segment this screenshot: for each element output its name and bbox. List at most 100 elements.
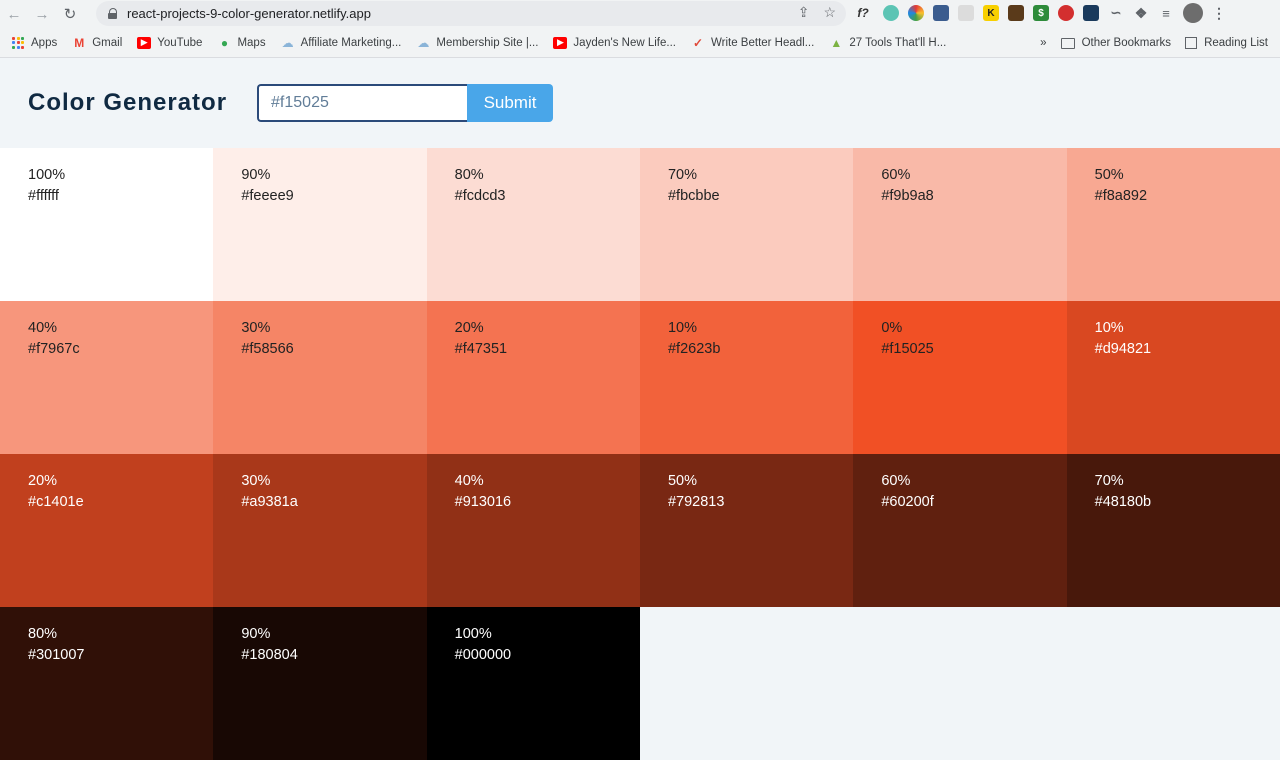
- swatch-percent: 0%: [881, 320, 903, 336]
- tools-icon: ▲: [830, 35, 843, 50]
- more-bookmarks-button[interactable]: »: [1040, 37, 1046, 49]
- extension-square-icon[interactable]: [1008, 5, 1024, 21]
- swatch-percent: 90%: [241, 167, 271, 183]
- color-swatch[interactable]: 40% #f7967c: [0, 301, 214, 454]
- extension-color-wheel-icon[interactable]: [908, 5, 924, 21]
- extension-react-icon[interactable]: [1083, 5, 1099, 21]
- other-bookmarks[interactable]: Other Bookmarks: [1060, 37, 1171, 49]
- maps-icon: ●: [220, 35, 229, 50]
- address-bar[interactable]: react-projects-9-color-generator.netlify…: [96, 1, 846, 26]
- browser-menu-icon[interactable]: ⋮: [1212, 5, 1226, 22]
- bookmark-affiliate-marketing[interactable]: ☁ Affiliate Marketing...: [281, 35, 402, 50]
- color-swatch[interactable]: 60% #f9b9a8: [853, 148, 1067, 301]
- color-swatch[interactable]: 80% #301007: [0, 607, 214, 760]
- url-text[interactable]: react-projects-9-color-generator.netlify…: [127, 6, 371, 21]
- youtube-icon: ▶: [553, 36, 568, 49]
- color-form: Submit: [257, 84, 554, 122]
- color-swatch[interactable]: 90% #180804: [213, 607, 427, 760]
- color-swatch[interactable]: 80% #fcdcd3: [426, 148, 640, 301]
- bookmark-maps[interactable]: ● Maps: [217, 35, 266, 50]
- color-swatch[interactable]: 70% #fbcbbe: [639, 148, 854, 301]
- color-swatch[interactable]: 20% #f47351: [426, 301, 640, 454]
- swatch-percent: 20%: [28, 473, 58, 489]
- extension-circle-icon[interactable]: [1058, 5, 1074, 21]
- swatch-percent: 40%: [28, 320, 58, 336]
- reading-list-icon: [1185, 37, 1198, 49]
- swatch-hex: #f8a892: [1094, 188, 1148, 204]
- swatch-hex: #301007: [28, 647, 85, 663]
- color-swatch[interactable]: 70% #48180b: [1066, 454, 1280, 607]
- swatch-hex: #f9b9a8: [881, 188, 934, 204]
- color-swatch[interactable]: 20% #c1401e: [0, 454, 214, 607]
- bookmark-gmail[interactable]: M Gmail: [72, 36, 122, 50]
- reading-list[interactable]: Reading List: [1185, 37, 1268, 49]
- swatch-percent: 40%: [454, 473, 484, 489]
- swatch-percent: 80%: [28, 626, 58, 642]
- swatch-hex: #d94821: [1094, 341, 1152, 357]
- swatch-hex: #000000: [454, 647, 512, 663]
- swatch-hex: #913016: [454, 494, 512, 510]
- bookmark-jaydens-new-life[interactable]: ▶ Jayden's New Life...: [553, 36, 676, 49]
- arrow-left-icon[interactable]: ←: [0, 0, 28, 28]
- swatch-percent: 10%: [1094, 320, 1124, 336]
- submit-button[interactable]: Submit: [467, 84, 554, 122]
- extensions-bar: f? K $ ∽ ❖ ≡ ⋮: [852, 3, 1226, 23]
- color-swatch[interactable]: 0% #f15025: [853, 301, 1067, 454]
- extension-dollar-icon[interactable]: $: [1033, 5, 1049, 21]
- extensions-puzzle-icon[interactable]: ❖: [1133, 5, 1149, 21]
- extension-k-icon[interactable]: K: [983, 5, 999, 21]
- swatch-hex: #f58566: [241, 341, 294, 357]
- extension-gear-icon[interactable]: [883, 5, 899, 21]
- color-swatch[interactable]: 10% #f2623b: [639, 301, 854, 454]
- color-swatch[interactable]: 60% #60200f: [853, 454, 1067, 607]
- share-icon[interactable]: ⇪: [798, 4, 810, 21]
- color-swatch[interactable]: 30% #f58566: [213, 301, 427, 454]
- bookmark-membership-site[interactable]: ☁ Membership Site |...: [416, 36, 538, 50]
- color-swatch[interactable]: 90% #feeee9: [213, 148, 427, 301]
- browser-toolbar: ← → ↻ react-projects-9-color-generator.n…: [0, 0, 1280, 28]
- swatch-percent: 20%: [454, 320, 484, 336]
- color-swatch[interactable]: 50% #f8a892: [1066, 148, 1280, 301]
- swatch-percent: 30%: [241, 473, 271, 489]
- color-swatch[interactable]: 100% #ffffff: [0, 148, 214, 301]
- extension-bird-icon[interactable]: [958, 5, 974, 21]
- arrow-right-icon[interactable]: →: [28, 0, 56, 28]
- bookmark-apps[interactable]: Apps: [12, 36, 57, 49]
- star-icon[interactable]: ☆: [823, 4, 836, 21]
- color-swatch[interactable]: 100% #000000: [426, 607, 640, 760]
- color-swatch[interactable]: 30% #a9381a: [213, 454, 427, 607]
- swatch-hex: #60200f: [881, 494, 934, 510]
- color-swatch[interactable]: 40% #913016: [426, 454, 640, 607]
- color-grid: 100% #ffffff 90% #feeee9 80% #fcdcd3 70% #fbcbb…: [0, 148, 1280, 760]
- extension-check-icon[interactable]: [933, 5, 949, 21]
- swatch-hex: #fcdcd3: [454, 188, 506, 204]
- extension-wave-icon[interactable]: ∽: [1108, 5, 1124, 21]
- bookmarks-bar: Apps M Gmail ▶ YouTube ● Maps ☁ Affiliat…: [0, 28, 1280, 58]
- cloud-icon: ☁: [281, 35, 294, 50]
- swatch-hex: #a9381a: [241, 494, 298, 510]
- apps-grid-icon: [12, 36, 24, 49]
- swatch-hex: #f7967c: [28, 341, 80, 357]
- swatch-hex: #48180b: [1094, 494, 1152, 510]
- color-input[interactable]: [257, 84, 468, 122]
- swatch-hex: #feeee9: [241, 188, 294, 204]
- swatch-hex: #180804: [241, 647, 298, 663]
- profile-avatar[interactable]: [1183, 3, 1203, 23]
- bookmark-write-better-headlines[interactable]: ✓ Write Better Headl...: [691, 36, 814, 50]
- extension-f-icon[interactable]: f?: [852, 5, 874, 21]
- swatch-percent: 30%: [241, 320, 271, 336]
- swatch-hex: #792813: [667, 494, 725, 510]
- swatch-hex: #f15025: [881, 341, 934, 357]
- swatch-percent: 90%: [241, 626, 271, 642]
- swatch-percent: 100%: [28, 167, 66, 183]
- color-swatch[interactable]: 10% #d94821: [1066, 301, 1280, 454]
- bookmark-27-tools[interactable]: ▲ 27 Tools That'll H...: [829, 35, 946, 50]
- reload-icon[interactable]: ↻: [56, 0, 84, 28]
- swatch-percent: 70%: [1094, 473, 1124, 489]
- lock-icon: [108, 8, 118, 19]
- swatch-percent: 50%: [1094, 167, 1124, 183]
- swatch-hex: #f2623b: [667, 341, 721, 357]
- media-list-icon[interactable]: ≡: [1158, 5, 1174, 21]
- color-swatch[interactable]: 50% #792813: [639, 454, 854, 607]
- bookmark-youtube[interactable]: ▶ YouTube: [137, 36, 202, 49]
